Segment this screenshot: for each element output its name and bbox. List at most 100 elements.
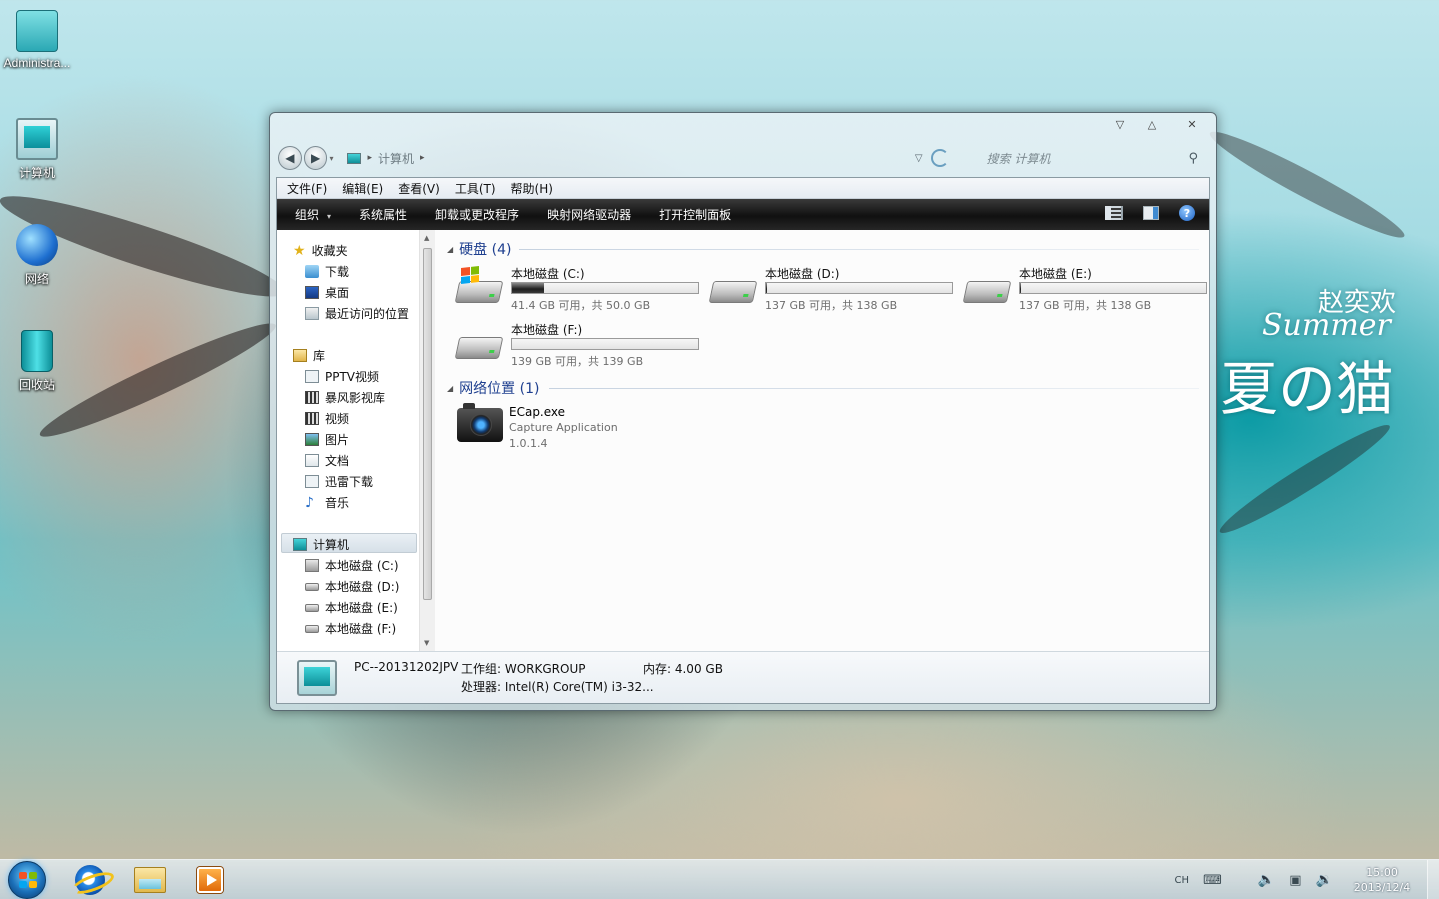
open-control-panel-button[interactable]: 打开控制面板 [659, 206, 731, 223]
back-arrow-icon: ◀ [285, 151, 295, 165]
nav-item-desktop[interactable]: 桌面 [305, 284, 349, 301]
nav-item-drive-f[interactable]: 本地磁盘 (F:) [305, 620, 396, 637]
drive-item-e[interactable]: 本地磁盘 (E:) 137 GB 可用，共 138 GB [959, 265, 1209, 315]
group-header-drives[interactable]: ◢ 硬盘 (4) [447, 239, 511, 259]
hard-drive-icon [305, 624, 319, 633]
nav-item-drive-c[interactable]: 本地磁盘 (C:) [305, 557, 399, 574]
desktop-icon-administrator[interactable]: Administra... [0, 10, 74, 70]
library-icon [305, 475, 319, 488]
uninstall-program-button[interactable]: 卸载或更改程序 [435, 206, 519, 223]
nav-label: 暴风影视库 [325, 391, 386, 405]
taskbar-ie[interactable] [62, 862, 118, 898]
film-icon [305, 391, 319, 404]
nav-item-baofeng[interactable]: 暴风影视库 [305, 389, 385, 406]
nav-scrollbar[interactable]: ▲ ▼ [419, 230, 435, 651]
maximize-button[interactable]: △ [1138, 115, 1166, 133]
forward-arrow-icon: ▶ [310, 151, 321, 165]
drive-item-f[interactable]: 本地磁盘 (F:) 139 GB 可用，共 139 GB [451, 321, 701, 371]
nav-computer[interactable]: 计算机 [293, 536, 349, 553]
nav-item-xunlei[interactable]: 迅雷下载 [305, 473, 373, 490]
collapse-triangle-icon[interactable]: ◢ [447, 245, 453, 254]
menu-view[interactable]: 查看(V) [398, 180, 440, 197]
search-input[interactable]: 搜索 计算机 ⚲ [959, 147, 1206, 169]
nav-label: 库 [313, 349, 326, 363]
breadcrumb-chevron-icon[interactable]: ▸ [367, 153, 372, 163]
nav-item-drive-d[interactable]: 本地磁盘 (D:) [305, 578, 399, 595]
forward-button[interactable]: ▶ [303, 146, 328, 170]
memory: 内存: 4.00 GB [643, 662, 723, 676]
keyboard-icon[interactable]: ⌨ [1203, 873, 1222, 888]
menu-file[interactable]: 文件(F) [287, 180, 327, 197]
speaker-icon[interactable]: 🔉 [1316, 872, 1333, 888]
nav-item-downloads[interactable]: 下载 [305, 263, 349, 280]
group-title: 硬盘 (4) [459, 242, 512, 258]
change-view-icon[interactable] [1105, 206, 1123, 220]
address-bar[interactable]: ▸ 计算机 ▸ [339, 147, 898, 169]
computer-icon [16, 118, 58, 160]
drive-item-c[interactable]: 本地磁盘 (C:) 41.4 GB 可用，共 50.0 GB [451, 265, 701, 315]
clock-date: 2013/12/4 [1353, 881, 1411, 894]
start-button[interactable] [8, 861, 46, 899]
system-properties-button[interactable]: 系统属性 [359, 206, 407, 223]
show-desktop-button[interactable] [1427, 860, 1439, 899]
menu-edit[interactable]: 编辑(E) [342, 180, 383, 197]
collapse-triangle-icon[interactable]: ◢ [447, 384, 453, 393]
desktop-icon-computer[interactable]: 计算机 [0, 118, 74, 181]
nav-item-videos[interactable]: 视频 [305, 410, 349, 427]
folder-icon [16, 10, 58, 52]
desktop-icon-recycle-bin[interactable]: 回收站 [0, 330, 74, 393]
hard-drive-icon [454, 331, 504, 361]
scrollbar-thumb[interactable] [423, 248, 432, 600]
clock[interactable]: 15:00 2013/12/4 [1347, 865, 1417, 895]
nav-item-music[interactable]: ♪ 音乐 [305, 494, 349, 511]
volume-icon[interactable]: 🔈 [1258, 872, 1275, 888]
menu-help[interactable]: 帮助(H) [511, 180, 553, 197]
internet-explorer-icon [75, 865, 105, 895]
search-icon[interactable]: ⚲ [1188, 151, 1198, 166]
nav-item-pptv[interactable]: PPTV视频 [305, 368, 379, 385]
help-icon[interactable]: ? [1179, 205, 1195, 221]
menu-tools[interactable]: 工具(T) [455, 180, 496, 197]
nav-item-recent-places[interactable]: 最近访问的位置 [305, 305, 409, 322]
nav-item-drive-e[interactable]: 本地磁盘 (E:) [305, 599, 398, 616]
refresh-icon[interactable] [930, 149, 949, 167]
downloads-folder-icon [305, 265, 319, 278]
back-button[interactable]: ◀ [278, 146, 302, 170]
map-network-drive-button[interactable]: 映射网络驱动器 [547, 206, 631, 223]
search-placeholder: 搜索 计算机 [986, 151, 1051, 166]
scroll-down-icon[interactable]: ▼ [424, 639, 429, 647]
nav-label: 下载 [325, 265, 350, 279]
close-icon: ✕ [1187, 117, 1197, 131]
group-header-network[interactable]: ◢ 网络位置 (1) [447, 378, 539, 398]
scroll-up-icon[interactable]: ▲ [424, 234, 429, 242]
organize-button[interactable]: 组织 [295, 206, 331, 223]
desktop-icon [305, 286, 319, 299]
nav-item-documents[interactable]: 文档 [305, 452, 349, 469]
drive-item-d[interactable]: 本地磁盘 (D:) 137 GB 可用，共 138 GB [705, 265, 955, 315]
address-dropdown-icon[interactable]: ▽ [915, 153, 923, 164]
explorer-body: ★ 收藏夹 下载 桌面 最近访问的位置 库 PPTV视频 暴风影视库 视频 图片… [277, 230, 1209, 651]
history-dropdown-icon[interactable]: ▾ [329, 154, 333, 163]
close-button[interactable]: ✕ [1178, 115, 1206, 133]
nav-favorites[interactable]: ★ 收藏夹 [293, 242, 348, 259]
desktop-icon-network[interactable]: 网络 [0, 224, 74, 287]
drive-name: 本地磁盘 (F:) [511, 323, 583, 337]
preview-pane-icon[interactable] [1143, 206, 1159, 220]
breadcrumb-chevron-icon[interactable]: ▸ [420, 153, 425, 163]
taskbar-explorer[interactable] [122, 862, 178, 898]
pictures-icon [305, 433, 319, 446]
network-status-icon[interactable]: ▣ [1289, 873, 1301, 888]
language-indicator[interactable]: CH [1175, 875, 1190, 886]
music-note-icon: ♪ [305, 494, 314, 511]
minimize-button[interactable]: ▽ [1106, 115, 1134, 133]
breadcrumb-computer[interactable]: 计算机 [378, 150, 414, 167]
nav-label: 计算机 [313, 538, 350, 552]
nav-libraries[interactable]: 库 [293, 347, 325, 364]
workgroup: 工作组: WORKGROUP [461, 662, 586, 676]
taskbar-media-player[interactable] [182, 862, 238, 898]
windows-logo-icon [19, 872, 37, 888]
nav-item-pictures[interactable]: 图片 [305, 431, 349, 448]
camera-icon [457, 403, 503, 442]
group-title: 网络位置 (1) [459, 381, 540, 397]
network-item-ecap[interactable]: ECap.exe Capture Application 1.0.1.4 [457, 403, 677, 454]
